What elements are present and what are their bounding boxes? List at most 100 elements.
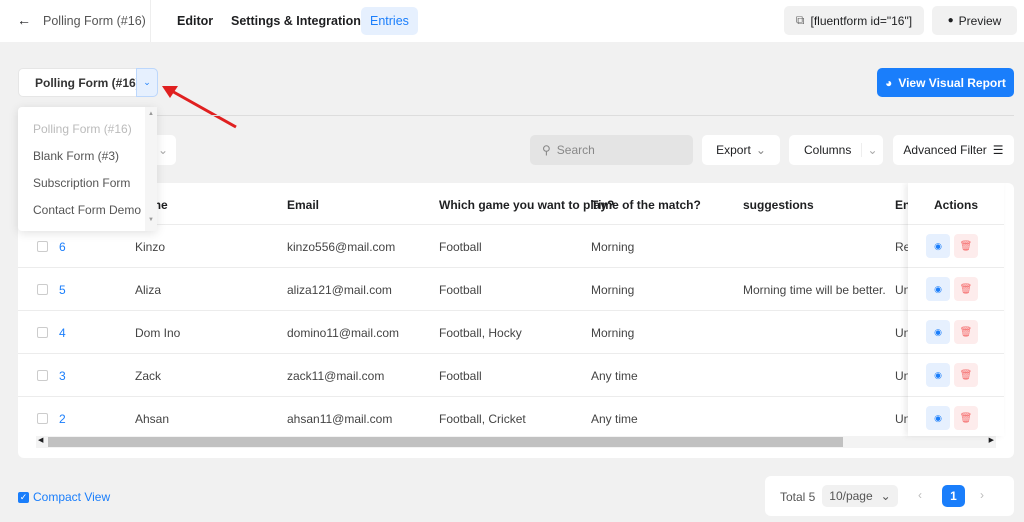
back-arrow-icon[interactable]: ← bbox=[17, 12, 31, 28]
cell-game: Football bbox=[439, 283, 482, 297]
page-size-select[interactable]: 10/page ⌄ bbox=[822, 485, 898, 507]
view-entry-button[interactable]: ◉ bbox=[926, 363, 950, 387]
cell-email: zack11@mail.com bbox=[287, 369, 385, 383]
header-time[interactable]: Time of the match? bbox=[591, 198, 701, 212]
cell-name: Kinzo bbox=[135, 240, 166, 254]
trash-icon: 🗑 bbox=[959, 283, 973, 295]
entry-id-link[interactable]: 6 bbox=[59, 240, 66, 254]
cell-entry-status: Unread bbox=[895, 283, 908, 297]
shortcode-button[interactable]: ⧉ [fluentform id="16"] bbox=[784, 6, 924, 35]
horizontal-scrollbar[interactable]: ◀ ▶ bbox=[36, 436, 996, 448]
cell-game: Football, Hocky bbox=[439, 326, 522, 340]
compact-view-toggle[interactable]: ✓ Compact View bbox=[18, 490, 110, 504]
cell-game: Football bbox=[439, 240, 482, 254]
cell-game: Football, Cricket bbox=[439, 412, 526, 426]
cell-time: Morning bbox=[591, 283, 635, 297]
form-select[interactable]: Polling Form (#16) ⌄ bbox=[18, 68, 158, 97]
eye-icon: ◉ bbox=[934, 326, 942, 337]
header-entry-status[interactable]: Entry Status bbox=[895, 198, 908, 212]
table-row: 2 Ahsan ahsan11@mail.com Football, Crick… bbox=[18, 396, 908, 439]
chevron-down-icon: ⌄ bbox=[880, 489, 891, 503]
cell-entry-status: Unread bbox=[895, 326, 908, 340]
divider bbox=[150, 0, 151, 42]
table-row: 5 Aliza aliza121@mail.com Football Morni… bbox=[18, 267, 908, 310]
cell-email: kinzo556@mail.com bbox=[287, 240, 396, 254]
row-checkbox[interactable] bbox=[37, 284, 48, 295]
view-entry-button[interactable]: ◉ bbox=[926, 320, 950, 344]
cell-name: Aliza bbox=[135, 283, 162, 297]
pagination: Total 5 10/page ⌄ ‹ 1 › bbox=[765, 476, 1014, 516]
red-arrow-annotation bbox=[162, 86, 237, 129]
scroll-left-icon[interactable]: ◀ bbox=[38, 436, 43, 444]
header-game[interactable]: Which game you want to play? bbox=[439, 198, 614, 212]
cell-name: Dom Ino bbox=[135, 326, 181, 340]
row-checkbox[interactable] bbox=[37, 327, 48, 338]
cell-email: aliza121@mail.com bbox=[287, 283, 392, 297]
scrollbar-thumb[interactable] bbox=[48, 437, 843, 447]
header-email[interactable]: Email bbox=[287, 198, 319, 212]
view-entry-button[interactable]: ◉ bbox=[926, 406, 950, 430]
tab-settings-integrations[interactable]: Settings & Integrations bbox=[222, 7, 377, 35]
preview-button[interactable]: ● Preview bbox=[932, 6, 1017, 35]
view-entry-button[interactable]: ◉ bbox=[926, 277, 950, 301]
columns-button[interactable]: Columns ⌄ bbox=[789, 135, 883, 165]
entry-id-link[interactable]: 4 bbox=[59, 326, 66, 340]
cell-time: Morning bbox=[591, 240, 635, 254]
cell-suggestion: Morning time will be better. bbox=[743, 283, 886, 297]
delete-entry-button[interactable]: 🗑 bbox=[954, 320, 978, 344]
row-actions: ◉ 🗑 bbox=[908, 224, 1004, 267]
trash-icon: 🗑 bbox=[959, 326, 973, 338]
dropdown-option[interactable]: Blank Form (#3) bbox=[18, 142, 157, 169]
actions-column: Actions ◉ 🗑 ◉ 🗑 ◉ 🗑 ◉ 🗑 ◉ 🗑 bbox=[908, 183, 1004, 436]
entry-id-link[interactable]: 5 bbox=[59, 283, 66, 297]
chevron-down-icon[interactable]: ⌄ bbox=[136, 68, 158, 97]
top-header: ← Polling Form (#16) Editor Settings & I… bbox=[0, 0, 1024, 42]
search-icon: ⚲ bbox=[542, 143, 551, 157]
delete-entry-button[interactable]: 🗑 bbox=[954, 406, 978, 430]
search-input[interactable]: ⚲ Search bbox=[530, 135, 693, 165]
eye-icon: ◉ bbox=[934, 412, 942, 423]
delete-entry-button[interactable]: 🗑 bbox=[954, 363, 978, 387]
dropdown-option[interactable]: Contact Form Demo bbox=[18, 196, 157, 223]
row-checkbox[interactable] bbox=[37, 413, 48, 424]
chevron-down-icon[interactable]: ⌄ bbox=[861, 143, 883, 157]
next-page-icon[interactable]: › bbox=[980, 488, 984, 502]
row-actions: ◉ 🗑 bbox=[908, 267, 1004, 310]
table-row: 3 Zack zack11@mail.com Football Any time… bbox=[18, 353, 908, 396]
eye-icon: ◉ bbox=[934, 369, 942, 380]
delete-entry-button[interactable]: 🗑 bbox=[954, 234, 978, 258]
entries-table: Name Email Which game you want to play? … bbox=[18, 183, 1014, 458]
eye-icon: ◉ bbox=[934, 240, 942, 251]
cell-email: ahsan11@mail.com bbox=[287, 412, 393, 426]
total-count: Total 5 bbox=[780, 490, 816, 504]
header-suggestions[interactable]: suggestions bbox=[743, 198, 814, 212]
cell-entry-status: Unread bbox=[895, 412, 908, 426]
dropdown-option[interactable]: Subscription Form bbox=[18, 169, 157, 196]
page-1-button[interactable]: 1 bbox=[942, 485, 965, 507]
entry-id-link[interactable]: 3 bbox=[59, 369, 66, 383]
row-actions: ◉ 🗑 bbox=[908, 353, 1004, 396]
header-actions: Actions bbox=[934, 198, 979, 212]
advanced-filter-button[interactable]: Advanced Filter ☰ bbox=[893, 135, 1014, 165]
delete-entry-button[interactable]: 🗑 bbox=[954, 277, 978, 301]
view-visual-report-button[interactable]: ◕ View Visual Report bbox=[877, 68, 1014, 97]
trash-icon: 🗑 bbox=[959, 412, 973, 424]
cell-entry-status: Unread bbox=[895, 369, 908, 383]
export-button[interactable]: Export ⌄ bbox=[702, 135, 780, 165]
row-checkbox[interactable] bbox=[37, 370, 48, 381]
filter-icon: ☰ bbox=[992, 143, 1004, 157]
eye-icon: ● bbox=[947, 15, 954, 26]
view-entry-button[interactable]: ◉ bbox=[926, 234, 950, 258]
tab-editor[interactable]: Editor bbox=[168, 7, 222, 35]
prev-page-icon[interactable]: ‹ bbox=[918, 488, 922, 502]
dropdown-option[interactable]: Polling Form (#16) bbox=[18, 115, 157, 142]
dropdown-scrollbar[interactable]: ▲ ▼ bbox=[145, 107, 157, 231]
tab-entries[interactable]: Entries bbox=[361, 7, 418, 35]
cell-time: Any time bbox=[591, 412, 638, 426]
row-actions: ◉ 🗑 bbox=[908, 396, 1004, 439]
divider bbox=[18, 115, 1014, 116]
row-checkbox[interactable] bbox=[37, 241, 48, 252]
form-select-dropdown: Polling Form (#16) Blank Form (#3) Subsc… bbox=[18, 107, 157, 231]
checkbox-checked-icon[interactable]: ✓ bbox=[18, 491, 29, 503]
entry-id-link[interactable]: 2 bbox=[59, 412, 66, 426]
